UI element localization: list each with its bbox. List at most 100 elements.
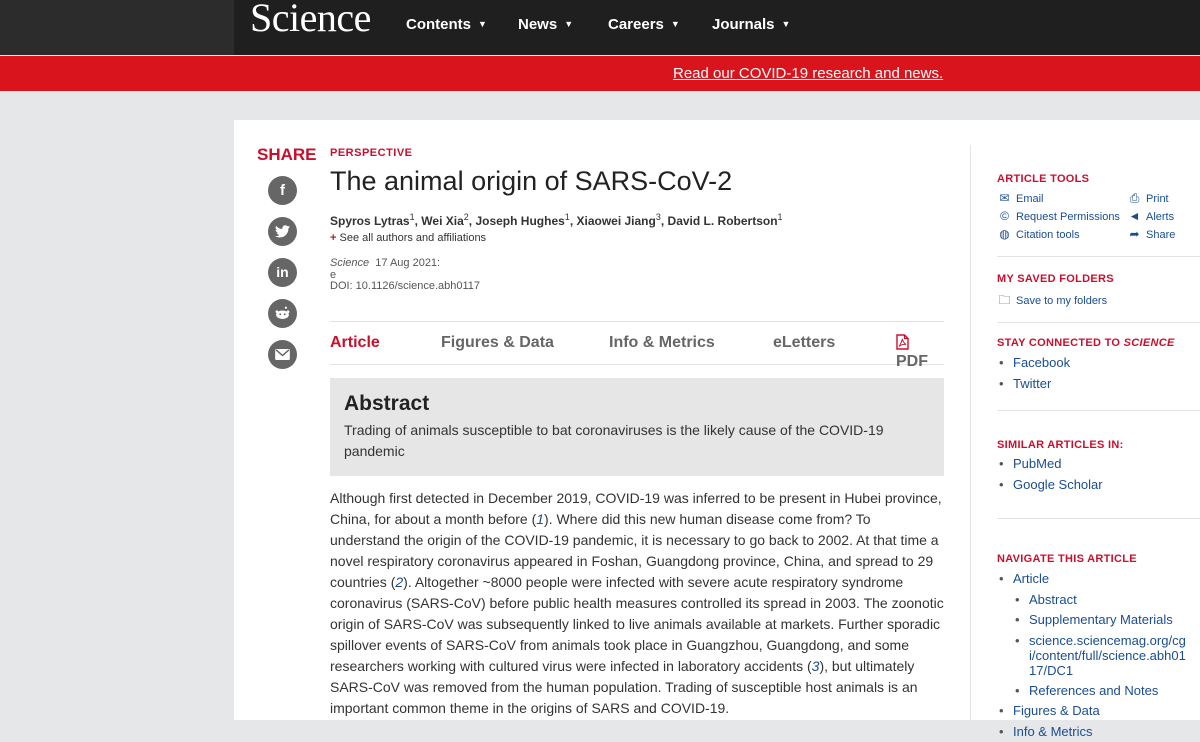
tool-alerts-label: Alerts [1146,211,1174,223]
globe-icon: ◍ [997,227,1012,241]
chevron-down-icon: ▼ [478,19,487,29]
envelope-icon: ✉ [997,191,1012,205]
author-link[interactable]: Xiaowei Jiang3 [576,214,660,228]
linkedin-icon[interactable]: in [268,258,297,287]
sidebar-link-google-scholar[interactable]: Google Scholar [997,475,1103,496]
nav-journals[interactable]: Journals ▼ [712,16,790,33]
sidebar-separator [997,518,1200,519]
tool-email-label: Email [1016,193,1044,205]
nav-journals-label: Journals [712,16,775,33]
citation-line2: e [330,269,336,281]
sidebar-separator [997,322,1200,323]
tab-article[interactable]: Article [330,334,380,352]
similar-articles-heading: SIMILAR ARTICLES IN: [997,439,1124,451]
tool-share[interactable]: ➦Share [1127,227,1175,241]
author-link[interactable]: David L. Robertson1 [668,214,783,228]
nav-careers-label: Careers [608,16,664,33]
twitter-icon[interactable] [268,217,297,246]
author-link[interactable]: Spyros Lytras1 [330,214,415,228]
chevron-down-icon: ▼ [564,19,573,29]
sidebar-link-twitter[interactable]: Twitter [997,374,1070,395]
article-tools-heading: ARTICLE TOOLS [997,173,1089,185]
abstract-heading: Abstract [344,392,429,416]
author-affiliation: 1 [565,212,570,222]
tab-pdf[interactable]: PDF [896,334,944,371]
abstract-box: Abstract Trading of animals susceptible … [330,378,944,476]
sidebar-separator [997,410,1200,411]
see-all-authors-link[interactable]: + See all authors and affiliations [330,232,486,244]
sidebar-link-facebook[interactable]: Facebook [997,353,1070,374]
navigate-article-heading: NAVIGATE THIS ARTICLE [997,553,1137,565]
author-link[interactable]: Joseph Hughes1 [475,214,569,228]
author-affiliation: 2 [464,212,469,222]
citation-date: 17 Aug 2021: [375,257,440,269]
email-icon[interactable] [268,340,297,369]
citation-doi: DOI: 10.1126/science.abh0117 [330,280,480,292]
pdf-icon [896,335,909,351]
reddit-icon[interactable] [268,299,297,328]
sidebar-link-pubmed[interactable]: PubMed [997,454,1103,475]
save-to-folders-link[interactable]: 🗀 Save to my folders [997,291,1107,312]
sidebar-divider [970,145,971,720]
nav-news-label: News [518,16,557,33]
tool-alerts[interactable]: ◄Alerts [1127,209,1174,223]
chevron-down-icon: ▼ [671,19,680,29]
citation-journal: Science [330,257,369,269]
author-name: Spyros Lytras [330,214,410,228]
tab-eletters[interactable]: eLetters [773,334,835,352]
citation-info: Science 17 Aug 2021: e DOI: 10.1126/scie… [330,258,480,293]
author-name: Wei Xia [421,214,463,228]
nav-contents-label: Contents [406,16,471,33]
tool-citation-label: Citation tools [1016,229,1080,241]
tool-citation[interactable]: ◍ Citation tools [997,227,1080,241]
tool-email[interactable]: ✉ Email [997,191,1044,205]
nav-news[interactable]: News ▼ [518,16,573,33]
sidebar-separator [997,256,1200,257]
nav-link-article[interactable]: Article [997,569,1187,590]
tab-info-metrics[interactable]: Info & Metrics [609,334,715,352]
tool-request-permissions-label: Request Permissions [1016,211,1120,223]
see-all-authors-label: See all authors and affiliations [340,232,487,244]
author-name: Joseph Hughes [475,214,564,228]
author-affiliation: 1 [778,212,783,222]
author-affiliation: 3 [656,212,661,222]
folder-icon: 🗀 [997,291,1012,312]
stay-connected-list: Facebook Twitter [997,353,1070,394]
copyright-icon: © [997,209,1012,223]
nav-link-supplementary-url[interactable]: science.sciencemag.org/cgi/content/full/… [997,631,1187,681]
reference-link[interactable]: 2 [395,574,403,590]
stay-connected-heading: STAY CONNECTED TO SCIENCE [997,337,1175,349]
nav-link-references[interactable]: References and Notes [997,681,1187,702]
nav-careers[interactable]: Careers ▼ [608,16,680,33]
tool-print[interactable]: ⎙Print [1127,191,1169,206]
author-affiliation: 1 [410,212,415,222]
nav-link-supplementary-materials[interactable]: Supplementary Materials [997,610,1187,631]
similar-articles-list: PubMed Google Scholar [997,454,1103,495]
tab-figures-data[interactable]: Figures & Data [441,334,554,352]
author-name: David L. Robertson [668,214,778,228]
nav-link-figures-data[interactable]: Figures & Data [997,701,1187,722]
article-tabs: Article Figures & Data Info & Metrics eL… [330,321,944,365]
chevron-down-icon: ▼ [782,19,791,29]
share-label: SHARE [257,145,317,165]
author-link[interactable]: Wei Xia2 [421,214,468,228]
top-navigation-bar [0,0,1200,55]
tool-request-permissions[interactable]: © Request Permissions [997,209,1120,223]
covid-banner-link[interactable]: Read our COVID-19 research and news. [673,65,943,82]
printer-icon: ⎙ [1127,191,1142,206]
facebook-icon[interactable]: f [268,176,297,205]
nav-link-info-metrics[interactable]: Info & Metrics [997,722,1187,742]
covid-banner: Read our COVID-19 research and news. [0,56,1200,91]
nav-contents[interactable]: Contents ▼ [406,16,487,33]
science-logo[interactable]: Science [250,0,371,41]
saved-folders-heading: MY SAVED FOLDERS [997,273,1114,285]
article-body-paragraph: Although first detected in December 2019… [330,488,944,719]
stay-connected-journal: SCIENCE [1124,337,1175,349]
tab-pdf-label: PDF [896,353,928,370]
nav-link-abstract[interactable]: Abstract [997,590,1187,611]
stay-connected-heading-text: STAY CONNECTED TO [997,337,1124,349]
reference-link[interactable]: 1 [536,511,544,527]
plus-icon: + [330,232,336,244]
author-name: Xiaowei Jiang [576,214,655,228]
save-to-folders-label: Save to my folders [1016,295,1107,307]
